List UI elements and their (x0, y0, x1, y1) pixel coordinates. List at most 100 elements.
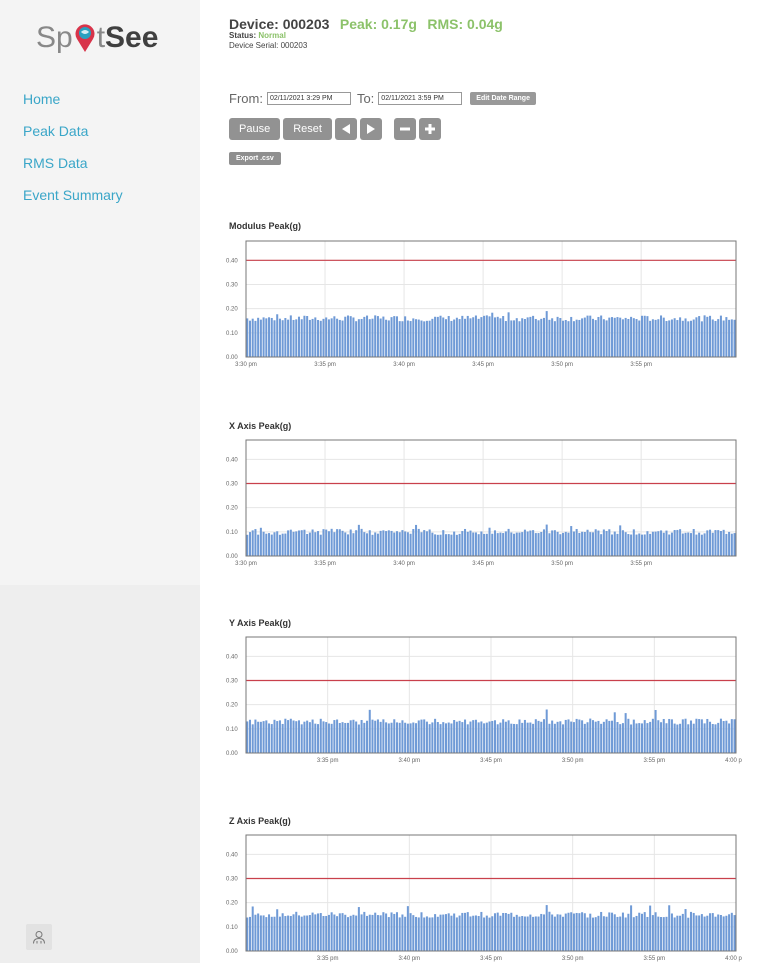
chart-bar (262, 721, 265, 753)
to-date-input[interactable] (378, 92, 463, 105)
chart-bar (455, 917, 458, 951)
chart-bar (537, 320, 540, 357)
chart-bar (379, 530, 382, 556)
chart-bar (586, 529, 589, 556)
user-account-button[interactable] (26, 924, 52, 950)
chart-bar (706, 530, 709, 556)
chart-bar (485, 533, 488, 556)
chart-bar (371, 318, 374, 357)
chart-bar (730, 719, 733, 753)
chart-bar (657, 916, 660, 951)
chart-bar (374, 532, 377, 556)
chart-bar (556, 914, 559, 951)
chart-bar (257, 913, 260, 951)
nav-home[interactable]: Home (23, 90, 123, 122)
chart-bar (570, 721, 573, 753)
chart-bar (589, 718, 592, 753)
chart-bar (676, 915, 679, 951)
nav-event-summary[interactable]: Event Summary (23, 186, 123, 218)
zoom-in-button[interactable] (418, 118, 441, 140)
chart-bar (591, 720, 594, 753)
chart-bar (703, 916, 706, 951)
chart-bar (507, 720, 510, 753)
x-tick-label: 3:55 pm (630, 561, 652, 567)
chart-bar (684, 318, 687, 357)
chart-bar (439, 724, 442, 753)
chart-bar (281, 320, 284, 357)
chart-bar (455, 534, 458, 556)
chart-bar (270, 534, 273, 556)
chart-bar (673, 917, 676, 951)
chart-bar (458, 720, 461, 753)
chart-bar (695, 317, 698, 357)
x-tick-label: 3:45 pm (480, 956, 502, 962)
x-tick-label: 3:35 pm (317, 956, 339, 962)
chart-bar (532, 723, 535, 753)
chart-bar (608, 912, 611, 951)
from-date-input[interactable] (266, 92, 351, 105)
chart-bar (319, 320, 322, 357)
chart-bar (542, 317, 545, 357)
chart-bar (668, 534, 671, 556)
chart-bar (336, 916, 339, 951)
edit-date-range-button[interactable]: Edit Date Range (470, 92, 536, 105)
pause-button[interactable]: Pause (229, 118, 281, 140)
chart-bar (621, 912, 624, 951)
chart-bar (635, 915, 638, 951)
chart-bar (336, 719, 339, 753)
chart-bar (670, 719, 673, 753)
chart-bar (317, 913, 320, 951)
chart-bar (333, 914, 336, 951)
nav-rms-data[interactable]: RMS Data (23, 154, 123, 186)
chart-bar (417, 319, 420, 357)
chart-bar (287, 319, 290, 357)
chart-bar (567, 321, 570, 357)
chart-bar (728, 914, 731, 951)
chart-bar (722, 916, 725, 951)
chart-bar (306, 915, 309, 951)
chart-bar (709, 721, 712, 753)
to-label: To: (356, 91, 375, 106)
chart-bar (719, 531, 722, 556)
chart-bar (406, 723, 409, 753)
chart-bar (346, 534, 349, 556)
next-button[interactable] (359, 118, 382, 140)
chart-bar (581, 912, 584, 951)
nav-peak-data[interactable]: Peak Data (23, 122, 123, 154)
chart-bar (409, 913, 412, 951)
chart-bar (425, 721, 428, 753)
spotsee-logo[interactable]: Sp t See (36, 18, 158, 58)
chart-bar (684, 718, 687, 753)
chart-bar (393, 532, 396, 556)
chart-bar (638, 533, 641, 556)
chart-bar (649, 533, 652, 556)
zoom-out-button[interactable] (393, 118, 416, 140)
chart-bar (640, 723, 643, 753)
chart-bar (545, 709, 548, 753)
chart-bar (673, 723, 676, 753)
chart-bar (730, 533, 733, 556)
x-tick-label: 3:40 pm (393, 561, 415, 567)
chart-bar (643, 534, 646, 556)
chart-bar (597, 915, 600, 951)
chart-bar (613, 531, 616, 556)
chart-bar (368, 914, 371, 951)
chart-bar (676, 529, 679, 556)
chart-bar (398, 722, 401, 753)
chart-bar (616, 722, 619, 753)
y-tick-label: 0.10 (226, 331, 238, 337)
chart-bar (346, 315, 349, 357)
previous-button[interactable] (334, 118, 357, 140)
chart-bar (589, 532, 592, 556)
chart-bar (665, 916, 668, 951)
chart-bar (529, 722, 532, 753)
export-csv-button[interactable]: Export .csv (229, 152, 281, 165)
chart-bar (643, 315, 646, 357)
reset-button[interactable]: Reset (283, 118, 332, 140)
chart-bar (355, 721, 358, 753)
chart-bar (635, 319, 638, 357)
chart-bar (333, 316, 336, 357)
chart-bar (270, 724, 273, 753)
chart-bar (703, 315, 706, 357)
chart-bar (545, 905, 548, 951)
